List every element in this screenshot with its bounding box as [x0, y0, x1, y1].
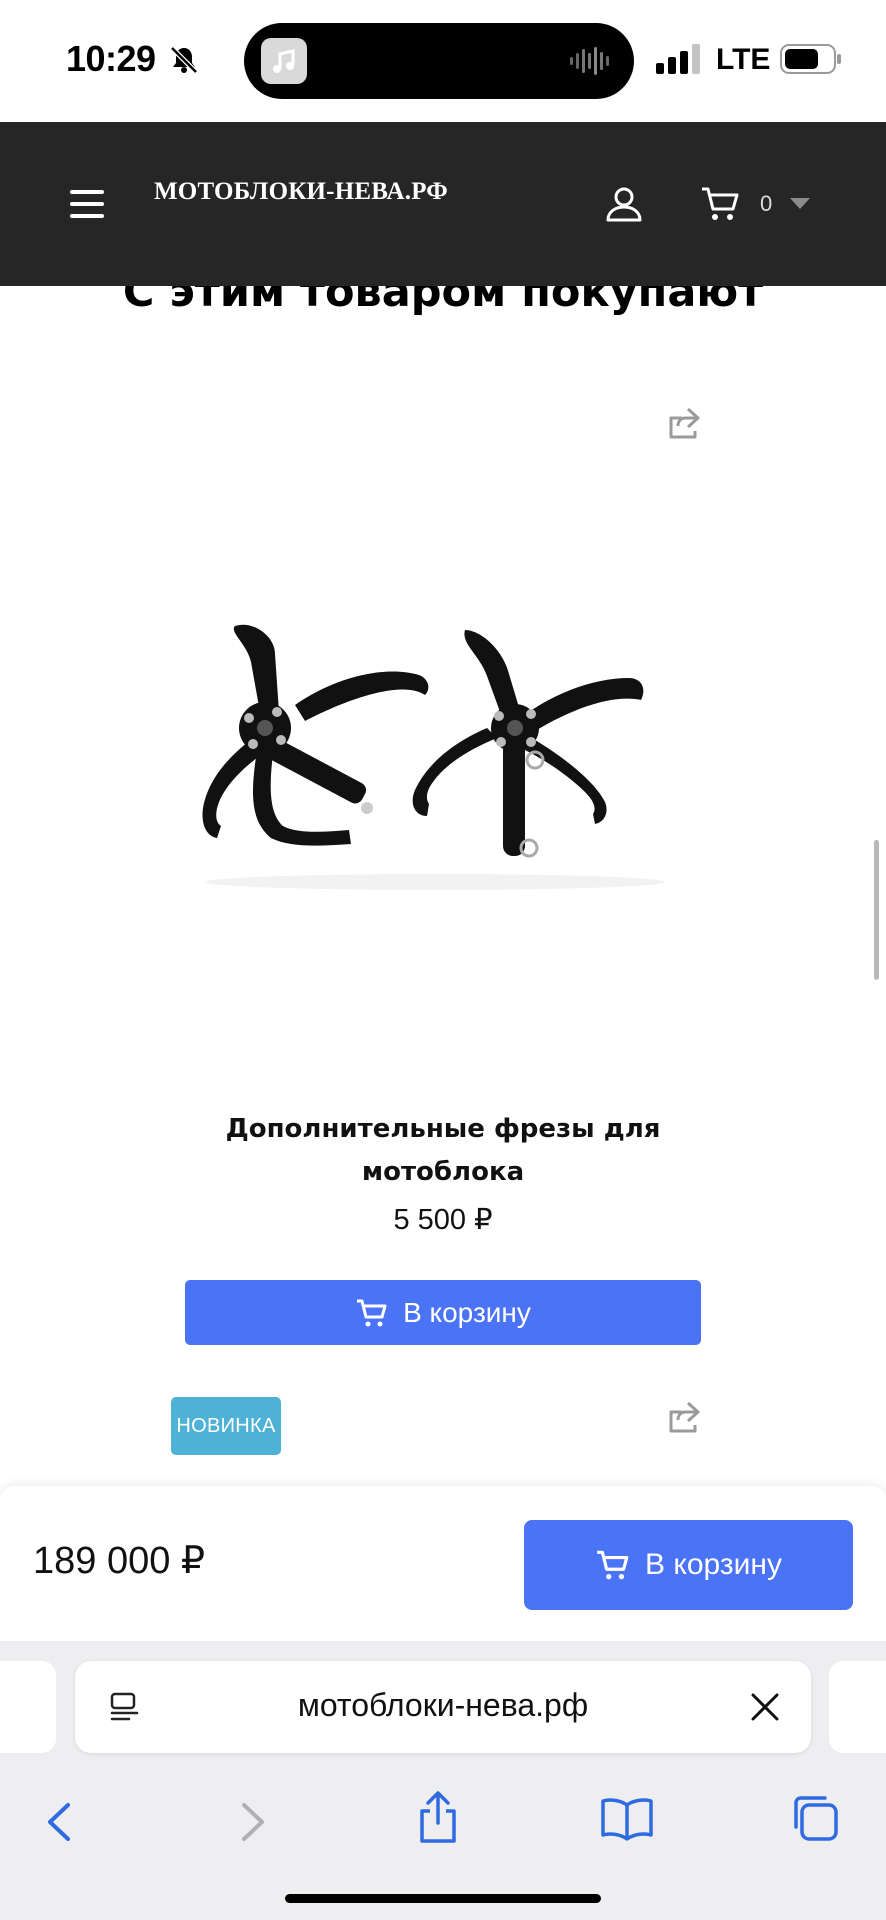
- url-text[interactable]: мотоблоки-нева.рф: [75, 1687, 811, 1724]
- cart-count[interactable]: 0: [760, 191, 772, 217]
- tabs-icon[interactable]: [790, 1793, 840, 1843]
- share-icon[interactable]: [416, 1789, 460, 1845]
- music-app-icon: [261, 38, 307, 84]
- dynamic-island[interactable]: [244, 23, 634, 99]
- add-to-cart-label: В корзину: [645, 1548, 782, 1581]
- new-badge: НОВИНКА: [171, 1397, 281, 1455]
- product-price: 5 500 ₽: [393, 1204, 493, 1236]
- close-icon[interactable]: [749, 1691, 781, 1723]
- share-icon[interactable]: [668, 406, 702, 440]
- tiller-left-image: [202, 624, 429, 846]
- sticky-buy-bar: 189 000 ₽ В корзину: [0, 1486, 886, 1641]
- site-header: МОТОБЛОКИ-НЕВА.РФ 0: [0, 122, 886, 286]
- safari-toolbar: мотоблоки-нева.рф: [0, 1641, 886, 1920]
- product-name[interactable]: Дополнительные фрезы для мотоблока: [180, 1108, 706, 1194]
- add-to-cart-label: В корзину: [403, 1296, 531, 1328]
- share-icon[interactable]: [668, 1400, 702, 1434]
- safari-nav-row: [0, 1781, 886, 1861]
- address-bar[interactable]: мотоблоки-нева.рф: [75, 1661, 811, 1753]
- status-time: 10:29: [66, 38, 156, 79]
- cart-icon: [357, 1299, 387, 1326]
- menu-icon[interactable]: [70, 190, 104, 218]
- cart-icon[interactable]: [700, 184, 740, 224]
- cart-icon: [597, 1550, 629, 1580]
- caret-down-icon[interactable]: [790, 198, 810, 209]
- user-icon[interactable]: [604, 184, 644, 224]
- site-logo[interactable]: МОТОБЛОКИ-НЕВА.РФ: [154, 178, 448, 206]
- home-indicator[interactable]: [285, 1894, 601, 1903]
- main-add-to-cart-button[interactable]: В корзину: [524, 1520, 853, 1610]
- forward-icon[interactable]: [238, 1801, 268, 1843]
- bell-slash-icon: [170, 46, 198, 74]
- next-tab-peek[interactable]: [829, 1661, 886, 1753]
- status-bar: 10:29 LTE: [0, 0, 886, 122]
- product-image[interactable]: [185, 610, 695, 900]
- back-icon[interactable]: [44, 1801, 74, 1843]
- previous-tab-peek[interactable]: [0, 1661, 56, 1753]
- audio-wave-icon: [570, 47, 609, 75]
- bookmarks-icon[interactable]: [600, 1797, 654, 1841]
- scroll-indicator[interactable]: [874, 840, 879, 980]
- network-type: LTE: [716, 43, 771, 76]
- product-add-to-cart-button[interactable]: В корзину: [185, 1280, 701, 1345]
- signal-icon: [656, 44, 700, 74]
- battery-icon: [780, 44, 841, 74]
- main-product-price: 189 000 ₽: [33, 1540, 206, 1582]
